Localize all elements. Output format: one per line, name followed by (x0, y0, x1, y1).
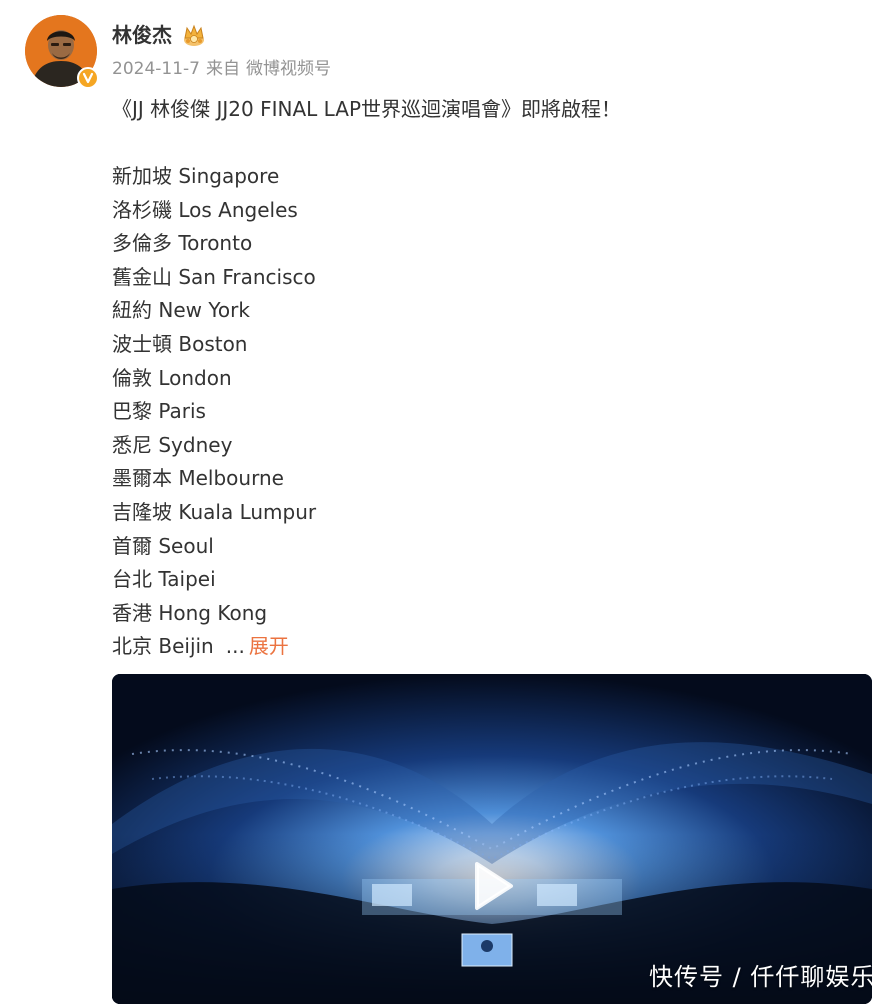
city-list: 新加坡 Singapore 洛杉磯 Los Angeles 多倫多 Toront… (112, 160, 316, 664)
city-item: 悉尼 Sydney (112, 432, 233, 457)
video-thumbnail (112, 674, 872, 1004)
video-player[interactable]: 快传号 / 仟仟聊娱乐 (112, 674, 872, 1004)
city-item: 台北 Taipei (112, 567, 216, 592)
expand-link[interactable]: 展开 (249, 634, 289, 658)
ellipsis: ... (225, 634, 245, 659)
city-item-last: 北京 Beijin... 展开 (112, 630, 316, 664)
city-item: 吉隆坡 Kuala Lumpur (112, 499, 317, 524)
city-item: 倫敦 London (112, 365, 232, 390)
city-item: 香港 Hong Kong (112, 600, 268, 625)
city-item: 紐約 New York (112, 298, 250, 323)
post-headline: 《JJ 林俊傑 JJ20 FINAL LAP世界巡迴演唱會》即將啟程！ (112, 97, 622, 121)
play-icon[interactable] (469, 860, 515, 912)
city-item: 新加坡 Singapore (112, 164, 280, 188)
city-item: 波士頓 Boston (112, 331, 248, 356)
weibo-post: 林俊杰 2024-11-7 来自 微博视频号 《JJ 林俊傑 JJ20 FINAL … (0, 0, 895, 1004)
crown-badge-icon[interactable] (181, 23, 207, 47)
watermark-text: 快传号 / 仟仟聊娱乐 (649, 963, 872, 991)
post-meta: 2024-11-7 来自 微博视频号 (112, 58, 331, 80)
author-name[interactable]: 林俊杰 (112, 22, 172, 48)
post-source[interactable]: 微博视频号 (246, 59, 331, 79)
city-item: 多倫多 Toronto (112, 231, 253, 256)
city-item: 首爾 Seoul (112, 533, 214, 558)
post-text: 《JJ 林俊傑 JJ20 FINAL LAP世界巡迴演唱會》即將啟程！ (112, 94, 621, 124)
post-date[interactable]: 2024-11-7 (112, 59, 200, 79)
verified-badge-icon (77, 67, 99, 89)
city-item: 墨爾本 Melbourne (112, 466, 284, 491)
from-label: 来自 (205, 59, 240, 79)
city-item: 舊金山 San Francisco (112, 264, 316, 289)
city-item: 巴黎 Paris (112, 399, 206, 424)
city-item: 洛杉磯 Los Angeles (112, 197, 298, 222)
city-item: 北京 Beijin (112, 634, 214, 659)
